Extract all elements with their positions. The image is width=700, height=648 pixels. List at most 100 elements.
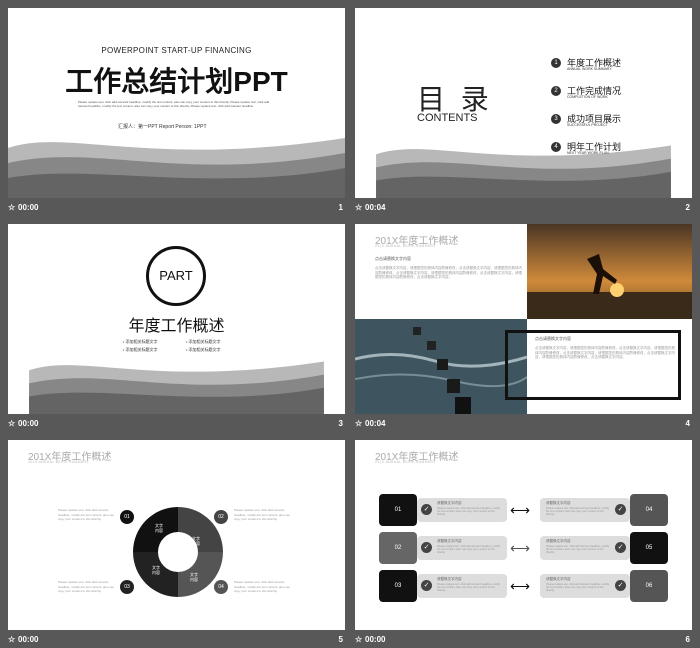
sunset-photo xyxy=(527,224,692,319)
star-icon[interactable]: ☆ xyxy=(8,419,15,428)
slide-title: 年度工作概述 xyxy=(128,318,225,335)
slide-number: 4 xyxy=(685,419,690,428)
step-card: ✓ 请替换文字内容 Please replace text, click add… xyxy=(540,574,630,598)
step-box-05: 05 xyxy=(630,532,668,564)
slide-thumbnail[interactable]: POWERPOINT START-UP FINANCING 工作总结计划PPT … xyxy=(8,8,345,198)
check-icon: ✓ xyxy=(421,542,432,553)
slide-title: 工作总结计划PPT xyxy=(65,66,288,97)
slide-header: POWERPOINT START-UP FINANCING xyxy=(101,46,252,55)
slide-number: 2 xyxy=(685,203,690,212)
slide-time: 00:00 xyxy=(365,635,386,644)
slide-info-bar: ☆ 00:00 1 xyxy=(8,201,345,215)
heading-2: 点击请替换文字内容 xyxy=(535,336,571,341)
step-box-03: 03 xyxy=(379,570,417,602)
check-icon: ✓ xyxy=(615,504,626,515)
node-note: Please replace text, click add relevant … xyxy=(58,508,115,521)
segment-label: 文字 内容 xyxy=(155,523,163,533)
heading-1: 点击请替换文字内容 xyxy=(375,256,411,261)
wave-graphic xyxy=(8,138,345,198)
item-number: 1 xyxy=(551,58,561,68)
step-card: ✓ 请替换文字内容 Please replace text, click add… xyxy=(417,574,507,598)
step-card: ✓ 请替换文字内容 Please replace text, click add… xyxy=(417,536,507,560)
star-icon[interactable]: ☆ xyxy=(8,203,15,212)
slide-number: 5 xyxy=(338,635,343,644)
node-note: Please replace text, click add relevant … xyxy=(234,508,291,521)
card-text: Please replace text, click add relevant … xyxy=(546,583,610,593)
segment-label: 文字 内容 xyxy=(192,536,200,546)
slide-time: 00:00 xyxy=(18,635,39,644)
card-text: Please replace text, click add relevant … xyxy=(546,507,610,517)
slide-thumbnail[interactable]: 201X年度工作概述 201X ANNUAL WORK SUMMARY 点击请替… xyxy=(355,224,692,414)
star-icon[interactable]: ☆ xyxy=(355,203,362,212)
wave-graphic xyxy=(376,145,671,198)
node-02: 02 xyxy=(214,510,228,524)
slide-subtitle: 201X ANNUAL WORK SUMMARY xyxy=(375,460,436,464)
slide-time: 00:00 xyxy=(18,203,39,212)
item-en: SUCCESSFUL PROJECT xyxy=(567,123,608,127)
double-arrow-icon: ⟷ xyxy=(510,578,531,594)
star-icon[interactable]: ☆ xyxy=(355,419,362,428)
slide-time: 00:00 xyxy=(18,419,39,428)
double-arrow-icon: ⟷ xyxy=(510,502,531,518)
node-note: Please replace text, click add relevant … xyxy=(234,580,291,593)
check-icon: ✓ xyxy=(615,542,626,553)
slide-number: 3 xyxy=(338,419,343,428)
text-frame xyxy=(505,330,681,400)
slide-info-bar: ☆ 00:04 2 xyxy=(355,201,692,215)
item-number: 2 xyxy=(551,86,561,96)
sea-photo xyxy=(355,319,527,414)
slide-subtitle: 201X ANNUAL WORK SUMMARY xyxy=(375,244,436,248)
check-icon: ✓ xyxy=(615,580,626,591)
star-icon[interactable]: ☆ xyxy=(355,635,362,644)
slide-info-bar: ☆ 00:00 5 xyxy=(8,633,345,647)
cycle-diagram xyxy=(133,507,223,597)
step-box-01: 01 xyxy=(379,494,417,526)
step-box-06: 06 xyxy=(630,570,668,602)
segment-label: 文字 内容 xyxy=(190,572,198,582)
check-icon: ✓ xyxy=(421,580,432,591)
slide-thumbnail[interactable]: PART 年度工作概述 • 添加相关标题文字 • 添加相关标题文字 • 添加相关… xyxy=(8,224,345,414)
node-04: 04 xyxy=(214,580,228,594)
item-en: COMPLETION OF WORK xyxy=(567,95,608,99)
segment-label: 文字 内容 xyxy=(152,565,160,575)
step-box-02: 02 xyxy=(379,532,417,564)
node-note: Please replace text, click add relevant … xyxy=(58,580,115,593)
slide-grid: POWERPOINT START-UP FINANCING 工作总结计划PPT … xyxy=(8,8,692,648)
card-title: 请替换文字内容 xyxy=(546,539,571,543)
slide-number: 1 xyxy=(338,203,343,212)
star-icon[interactable]: ☆ xyxy=(8,635,15,644)
node-03: 03 xyxy=(120,580,134,594)
part-badge: PART xyxy=(146,246,206,306)
item-en: ANNUAL WORK SUMMARY xyxy=(567,67,612,71)
card-title: 请替换文字内容 xyxy=(437,501,462,505)
wave-graphic xyxy=(29,361,324,414)
double-arrow-icon: ⟷ xyxy=(510,540,531,556)
slide-info-bar: ☆ 00:00 6 xyxy=(355,633,692,647)
card-text: Please replace text, click add relevant … xyxy=(437,507,501,517)
slide-subtitle: CONTENTS xyxy=(417,112,478,124)
card-text: Please replace text, click add relevant … xyxy=(437,545,501,555)
slide-thumbnail[interactable]: 目 录 CONTENTS 1 年度工作概述 ANNUAL WORK SUMMAR… xyxy=(355,8,692,198)
slide-thumbnail[interactable]: 201X年度工作概述 201X ANNUAL WORK SUMMARY 文字 内… xyxy=(8,440,345,630)
node-01: 01 xyxy=(120,510,134,524)
step-card: ✓ 请替换文字内容 Please replace text, click add… xyxy=(417,498,507,522)
slide-time: 00:04 xyxy=(365,203,386,212)
paragraph-1: 点击请替换文字内容，请根据您的具体内容酌情修改，点击请替换文字内容，请根据您的具… xyxy=(375,266,522,279)
item-number: 3 xyxy=(551,114,561,124)
paragraph-2: 点击请替换文字内容，请根据您的具体内容酌情修改，点击请替换文字内容，请根据您的具… xyxy=(535,346,675,359)
card-text: Please replace text, click add relevant … xyxy=(437,583,501,593)
step-box-04: 04 xyxy=(630,494,668,526)
card-title: 请替换文字内容 xyxy=(546,501,571,505)
slide-info-bar: ☆ 00:04 4 xyxy=(355,417,692,431)
slide-time: 00:04 xyxy=(365,419,386,428)
check-icon: ✓ xyxy=(421,504,432,515)
slide-body: Please replace text, click add relevant … xyxy=(78,100,270,108)
step-card: ✓ 请替换文字内容 Please replace text, click add… xyxy=(540,536,630,560)
card-title: 请替换文字内容 xyxy=(437,539,462,543)
step-card: ✓ 请替换文字内容 Please replace text, click add… xyxy=(540,498,630,522)
slide-number: 6 xyxy=(685,635,690,644)
card-text: Please replace text, click add relevant … xyxy=(546,545,610,555)
card-title: 请替换文字内容 xyxy=(546,577,571,581)
slide-thumbnail[interactable]: 201X年度工作概述 201X ANNUAL WORK SUMMARY 01 ✓… xyxy=(355,440,692,630)
slide-subtitle: 201X ANNUAL WORK SUMMARY xyxy=(28,460,89,464)
